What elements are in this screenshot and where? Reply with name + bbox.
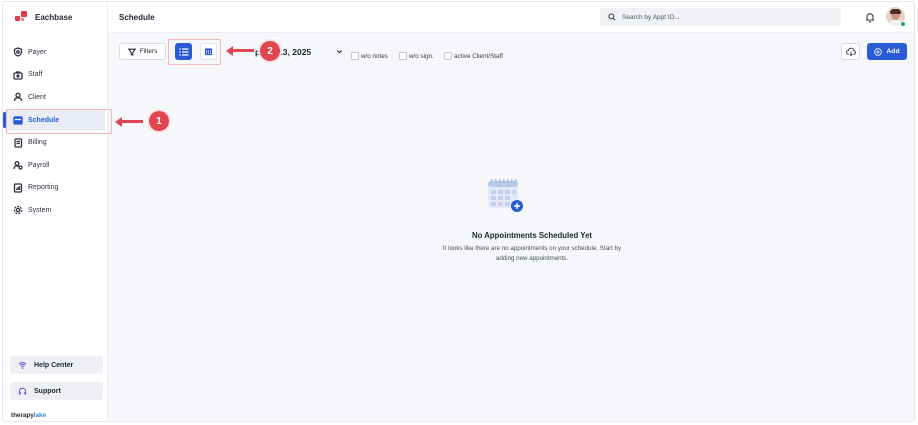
brand-logo[interactable]: Eachbase bbox=[15, 11, 72, 23]
sidebar-item-client[interactable]: Client bbox=[5, 86, 105, 109]
support-label: Support bbox=[34, 387, 61, 395]
add-button[interactable]: Add bbox=[867, 43, 907, 60]
annotation-badge-2: 2 bbox=[260, 41, 280, 61]
user-icon bbox=[13, 92, 23, 102]
main-content: Filters p pr 13, 2025 w/o notes w/o sign.… bbox=[108, 33, 914, 421]
help-center-icon bbox=[18, 361, 27, 369]
sidebar-item-label: Staff bbox=[28, 71, 43, 79]
footer-brand: therapylake bbox=[11, 412, 47, 419]
empty-calendar-icon bbox=[488, 179, 523, 212]
checkbox-without-sign[interactable]: w/o sign. bbox=[399, 52, 434, 60]
online-status-dot bbox=[900, 21, 906, 27]
sidebar-item-label: Payroll bbox=[28, 161, 50, 169]
billing-icon bbox=[13, 138, 23, 148]
plus-circle-icon bbox=[874, 47, 883, 56]
annotation-badge-1: 1 bbox=[149, 111, 169, 131]
annotation-arrow-2 bbox=[226, 45, 254, 56]
search-icon bbox=[608, 13, 616, 21]
sidebar-item-label: System bbox=[28, 206, 52, 214]
cloud-download-icon bbox=[845, 47, 856, 56]
top-bar: Schedule bbox=[108, 2, 914, 33]
gear-icon bbox=[13, 205, 23, 215]
sidebar-item-staff[interactable]: Staff bbox=[5, 64, 105, 87]
brand-name: Eachbase bbox=[35, 12, 73, 22]
support-button[interactable]: Support bbox=[10, 382, 103, 400]
shield-icon bbox=[13, 47, 23, 57]
checkbox-label: w/o notes bbox=[361, 52, 388, 60]
sidebar-item-system[interactable]: System bbox=[5, 199, 105, 222]
sidebar-item-label: Reporting bbox=[28, 184, 59, 192]
sidebar-item-reporting[interactable]: Reporting bbox=[5, 177, 105, 200]
help-center-button[interactable]: Help Center bbox=[10, 356, 103, 374]
filter-icon bbox=[127, 48, 136, 56]
checkbox-box[interactable] bbox=[399, 52, 407, 60]
report-icon bbox=[13, 183, 23, 193]
search-box[interactable] bbox=[600, 8, 841, 26]
checkbox-label: active Client/Staff bbox=[454, 52, 503, 60]
checkbox-box[interactable] bbox=[351, 52, 359, 60]
sidebar-item-payer[interactable]: Payer bbox=[5, 41, 105, 64]
calendar-grid-icon bbox=[204, 48, 213, 56]
filters-label: Filters bbox=[139, 48, 158, 55]
search-input[interactable] bbox=[622, 13, 822, 21]
calendar-view-button[interactable] bbox=[200, 43, 217, 60]
schedule-highlight-box bbox=[6, 109, 112, 134]
headset-icon bbox=[18, 387, 27, 395]
chevron-down-icon[interactable] bbox=[336, 48, 343, 55]
eachbase-logo-icon bbox=[15, 11, 27, 23]
sidebar-item-billing[interactable]: Billing bbox=[5, 131, 105, 154]
page-title: Schedule bbox=[119, 13, 155, 22]
payroll-icon bbox=[13, 160, 23, 170]
sidebar: Eachbase Payer Staff Client Schedule Bil… bbox=[3, 2, 108, 421]
annotation-arrow-1 bbox=[115, 116, 143, 127]
sidebar-item-label: Payer bbox=[28, 48, 47, 56]
checkbox-active-client-staff[interactable]: active Client/Staff bbox=[444, 52, 503, 60]
cloud-sync-button[interactable] bbox=[841, 43, 860, 60]
help-center-label: Help Center bbox=[34, 361, 74, 369]
checkbox-label: w/o sign. bbox=[409, 52, 434, 60]
bell-icon[interactable] bbox=[865, 12, 875, 23]
sidebar-item-label: Client bbox=[28, 93, 46, 101]
sidebar-item-label: Billing bbox=[28, 139, 47, 147]
staff-icon bbox=[13, 70, 23, 80]
empty-state-title: No Appointments Scheduled Yet bbox=[472, 231, 592, 240]
sidebar-item-payroll[interactable]: Payroll bbox=[5, 154, 105, 177]
app-window: Eachbase Payer Staff Client Schedule Bil… bbox=[2, 1, 915, 422]
checkbox-without-notes[interactable]: w/o notes bbox=[351, 52, 388, 60]
checkbox-box[interactable] bbox=[444, 52, 452, 60]
empty-state-description: It looks like there are no appointments … bbox=[442, 245, 622, 262]
filters-button[interactable]: Filters bbox=[119, 43, 166, 60]
list-icon bbox=[178, 47, 188, 56]
add-label: Add bbox=[886, 48, 900, 55]
list-view-button[interactable] bbox=[175, 43, 192, 60]
